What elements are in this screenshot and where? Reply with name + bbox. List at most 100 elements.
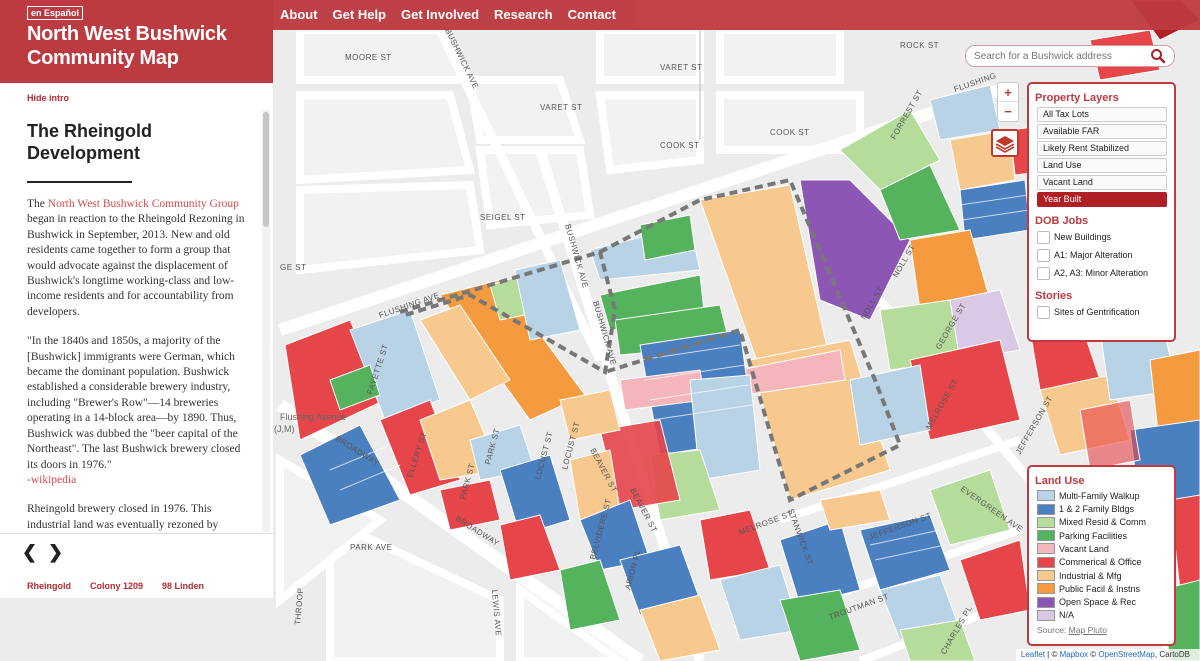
nav-contact[interactable]: Contact	[568, 0, 616, 30]
legend-item: Commerical & Office	[1037, 556, 1174, 568]
search-icon[interactable]	[1150, 48, 1166, 64]
legend-swatch	[1037, 583, 1055, 595]
checkbox-label: New Buildings	[1054, 232, 1112, 242]
story-pager: ❮ ❯	[22, 542, 74, 563]
checkbox[interactable]	[1037, 305, 1050, 319]
legend-swatch	[1037, 490, 1055, 502]
mapbox-link[interactable]: Mapbox	[1060, 650, 1088, 659]
map-attribution: Leaflet | © Mapbox © OpenStreetMap, Cart…	[1015, 649, 1200, 661]
layer-all-tax-lots[interactable]: All Tax Lots	[1037, 107, 1167, 122]
quote-paragraph: "In the 1840s and 1850s, a majority of t…	[27, 334, 249, 488]
dob-a1-major-alteration[interactable]: A1: Major Alteration	[1037, 248, 1174, 262]
nav-get-involved[interactable]: Get Involved	[401, 0, 479, 30]
layers-icon	[995, 136, 1015, 153]
stories-sites-of-gentrification[interactable]: Sites of Gentrification	[1037, 305, 1174, 319]
divider	[0, 533, 273, 534]
station-label: Flushing Avenue	[280, 412, 346, 422]
street-label: COOK ST	[770, 128, 810, 137]
checkbox-label: A1: Major Alteration	[1054, 250, 1133, 260]
land-use-title: Land Use	[1035, 475, 1085, 487]
legend-item: N/A	[1037, 609, 1174, 622]
street-label: GE ST	[280, 263, 307, 272]
legend-swatch	[1037, 543, 1055, 555]
station-line: (J,M)	[274, 424, 295, 434]
intro-heading: The Rheingold Development	[27, 121, 152, 163]
prev-arrow-icon[interactable]: ❮	[22, 542, 48, 563]
site-title[interactable]: North West Bushwick Community Map	[27, 22, 262, 70]
scrollbar-thumb[interactable]	[263, 112, 269, 227]
legend-item: Multi-Family Walkup	[1037, 490, 1174, 502]
legend-swatch	[1037, 503, 1055, 515]
dob-a2-a3-minor-alteration[interactable]: A2, A3: Minor Alteration	[1037, 266, 1174, 280]
dob-new-buildings[interactable]: New Buildings	[1037, 230, 1174, 244]
legend-label: Multi-Family Walkup	[1059, 490, 1140, 501]
leaflet-link[interactable]: Leaflet	[1021, 650, 1045, 659]
layer-likely-rent-stabilized[interactable]: Likely Rent Stabilized	[1037, 141, 1167, 156]
nav-get-help[interactable]: Get Help	[333, 0, 386, 30]
attribution-separator: ©	[1088, 650, 1099, 659]
legend-label: Mixed Resid & Comm	[1059, 517, 1147, 528]
site-header: en Español North West Bushwick Community…	[0, 0, 273, 83]
checkbox[interactable]	[1037, 230, 1050, 244]
closing-paragraph: Rheingold brewery closed in 1976. This i…	[27, 503, 219, 531]
legend-label: Commerical & Office	[1059, 557, 1142, 568]
zoom-out-button[interactable]: −	[998, 102, 1018, 121]
main-nav: About Get Help Get Involved Research Con…	[280, 0, 631, 30]
legend-item: Open Space & Rec	[1037, 596, 1174, 608]
language-link[interactable]: en Español	[27, 6, 84, 20]
checkbox-label: A2, A3: Minor Alteration	[1054, 268, 1149, 278]
checkbox-label: Sites of Gentrification	[1054, 307, 1140, 317]
hide-intro-link[interactable]: Hide intro	[27, 93, 69, 103]
dob-jobs-title: DOB Jobs	[1035, 215, 1089, 227]
legend-label: N/A	[1059, 610, 1075, 621]
legend-swatch	[1037, 530, 1055, 542]
layer-vacant-land[interactable]: Vacant Land	[1037, 175, 1167, 190]
story-link-rheingold[interactable]: Rheingold	[27, 581, 71, 591]
search-input[interactable]	[974, 49, 1144, 63]
stories-title: Stories	[1035, 290, 1073, 302]
checkbox[interactable]	[1037, 266, 1050, 280]
property-layers-panel: Property Layers All Tax Lots Available F…	[1027, 82, 1176, 342]
street-label: SEIGEL ST	[480, 213, 526, 222]
intro-paragraph-text: began in reaction to the Rheingold Rezon…	[27, 213, 245, 318]
legend-label: Vacant Land	[1059, 543, 1109, 554]
street-label: COOK ST	[660, 141, 700, 150]
street-label: ROCK ST	[900, 41, 939, 50]
street-label: PARK AVE	[350, 543, 392, 552]
zoom-control: + −	[997, 82, 1019, 122]
intro-content[interactable]: The Rheingold Development The North West…	[0, 110, 262, 532]
street-label: VARET ST	[540, 103, 582, 112]
nwbcg-link[interactable]: North West Bushwick Community Group	[48, 198, 239, 210]
layer-available-far[interactable]: Available FAR	[1037, 124, 1167, 139]
nav-research[interactable]: Research	[494, 0, 553, 30]
intro-scrollbar[interactable]	[262, 110, 270, 532]
cartodb-credit: , CartoDB	[1154, 650, 1190, 659]
layer-year-built[interactable]: Year Built	[1037, 192, 1167, 207]
wikipedia-link[interactable]: -wikipedia	[27, 474, 76, 486]
osm-link[interactable]: OpenStreetMap	[1098, 650, 1154, 659]
attribution-separator: | ©	[1044, 650, 1060, 659]
heading-rule	[27, 181, 132, 183]
legend-item: Public Facil & Instns	[1037, 583, 1174, 595]
story-link-98-linden[interactable]: 98 Linden	[162, 581, 204, 591]
nav-about[interactable]: About	[280, 0, 318, 30]
layers-toggle-button[interactable]	[991, 129, 1019, 157]
layer-land-use[interactable]: Land Use	[1037, 158, 1167, 173]
legend-label: Parking Facilities	[1059, 530, 1128, 541]
story-link-colony-1209[interactable]: Colony 1209	[90, 581, 143, 591]
street-label: MOORE ST	[345, 53, 392, 62]
zoom-in-button[interactable]: +	[998, 83, 1018, 102]
address-search	[965, 45, 1175, 67]
legend-item: Industrial & Mfg	[1037, 570, 1174, 582]
legend-swatch	[1037, 609, 1055, 621]
legend-swatch	[1037, 596, 1055, 608]
legend-label: Open Space & Rec	[1059, 597, 1137, 608]
map-pluto-link[interactable]: Map Pluto	[1069, 625, 1107, 635]
quote-text: "In the 1840s and 1850s, a majority of t…	[27, 335, 241, 471]
next-arrow-icon[interactable]: ❯	[48, 542, 74, 563]
source-label: Source:	[1037, 625, 1067, 636]
story-links: Rheingold Colony 1209 98 Linden	[27, 581, 223, 591]
checkbox[interactable]	[1037, 248, 1050, 262]
legend-item: 1 & 2 Family Bldgs	[1037, 503, 1174, 515]
intro-paragraph: The North West Bushwick Community Group …	[27, 198, 245, 318]
